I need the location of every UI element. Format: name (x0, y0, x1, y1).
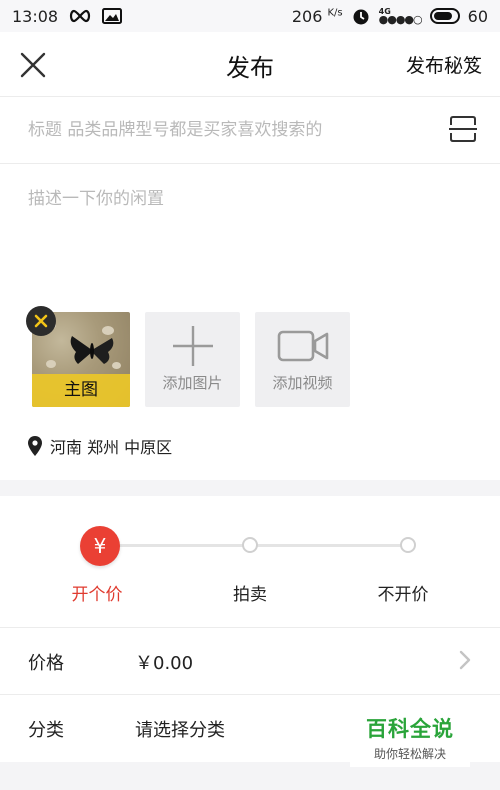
watermark-title: 百科全说 (366, 717, 454, 741)
price-mode-option-no-price[interactable]: 不开价 (358, 580, 448, 605)
price-mode-option-make-offer[interactable]: 开个价 (52, 580, 142, 605)
butterfly-photo (70, 336, 114, 364)
add-photo-button[interactable]: 添加图片 (145, 312, 240, 407)
network-speed: 206 K/s (291, 6, 343, 26)
location-pin-icon (28, 436, 42, 456)
video-camera-icon (277, 330, 328, 362)
watermark-logo: 百科全说 助你轻松解决 (350, 705, 470, 767)
signal-icon: 4G ●●●●○ (378, 7, 423, 26)
yuan-icon: ¥ (93, 534, 107, 558)
chevron-right-icon (459, 650, 471, 670)
price-row[interactable]: 价格 ￥0.00 (0, 627, 500, 693)
add-video-button[interactable]: 添加视频 (255, 312, 350, 407)
price-mode-option-auction[interactable]: 拍卖 (205, 580, 295, 605)
main-image-label: 主图 (32, 374, 130, 407)
title-input[interactable] (28, 116, 428, 144)
category-label: 分类 (28, 720, 64, 741)
description-input[interactable] (28, 184, 468, 294)
remove-image-button[interactable] (26, 306, 56, 336)
price-mode-node-selected[interactable]: ¥ (80, 526, 120, 566)
scan-icon[interactable] (448, 114, 478, 144)
price-value: ￥0.00 (135, 653, 194, 674)
location-selector[interactable]: 河南 郑州 中原区 (28, 434, 172, 458)
watermark-subtitle: 助你轻松解决 (373, 747, 446, 761)
infinity-icon (70, 9, 91, 23)
status-time: 13:08 (12, 6, 59, 26)
header-divider (0, 96, 500, 97)
title-divider (0, 163, 500, 164)
title-row (0, 98, 500, 162)
plus-icon (172, 326, 213, 366)
publish-tips-link[interactable]: 发布秘笈 (406, 51, 482, 78)
battery-icon (429, 8, 460, 24)
close-icon (34, 314, 48, 328)
section-gap (0, 480, 500, 496)
photo-texture (46, 360, 56, 368)
price-mode-node-no-price[interactable] (400, 537, 416, 553)
price-label: 价格 (28, 653, 64, 674)
alarm-icon (353, 9, 369, 25)
header: 发布 发布秘笈 (0, 32, 500, 96)
battery-level: 60 (467, 6, 488, 26)
price-mode-node-auction[interactable] (242, 537, 258, 553)
location-text: 河南 郑州 中原区 (50, 438, 173, 457)
category-placeholder: 请选择分类 (135, 720, 225, 741)
image-icon (102, 8, 123, 24)
add-video-label: 添加视频 (272, 374, 333, 392)
status-bar: 13:08 206 K/s 4G ●●●●○ 60 (0, 0, 500, 32)
add-photo-label: 添加图片 (162, 374, 223, 392)
